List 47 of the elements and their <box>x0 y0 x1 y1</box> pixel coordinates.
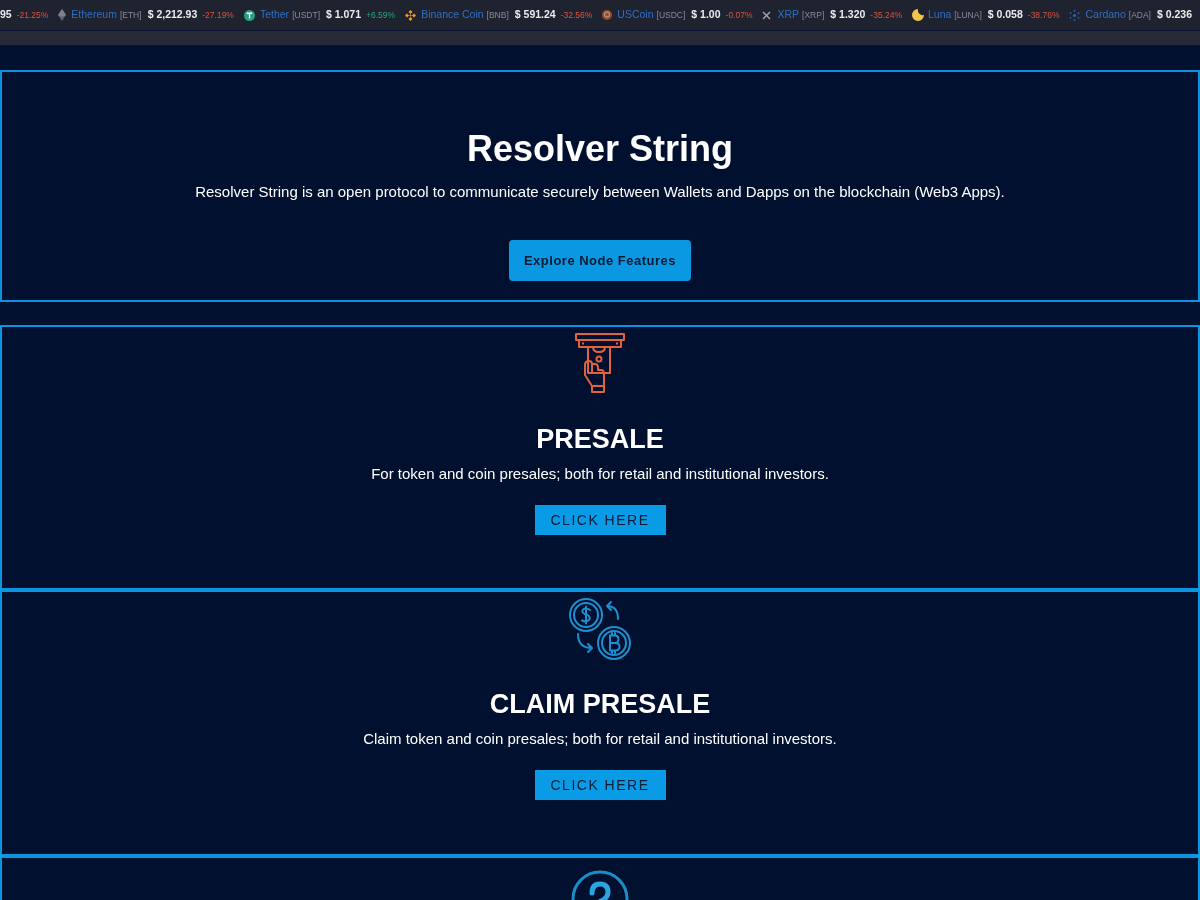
dollar-bitcoin-exchange-icon <box>567 598 633 660</box>
section-title: PRESALE <box>536 423 664 455</box>
price-change: -35.24% <box>870 8 902 22</box>
coin-symbol: [LUNA] <box>954 8 982 22</box>
coin-price: $ 1.00 <box>691 7 721 23</box>
coin-symbol: [XRP] <box>802 8 825 22</box>
x-coin-icon <box>762 10 772 20</box>
price-change: +6.59% <box>366 8 396 22</box>
coin-price: $ 0.058 <box>987 7 1023 23</box>
coin-name-link[interactable]: Ethereum <box>71 7 117 23</box>
coin-price: $ 591.24 <box>514 7 556 23</box>
coin-symbol: [BNB] <box>486 8 509 22</box>
crescent-coin-icon <box>912 9 924 21</box>
coin-price: $ 0.236 <box>1156 7 1192 23</box>
coin-price: $ 1.071 <box>326 7 362 23</box>
coin-name-link[interactable]: USCoin <box>617 7 654 23</box>
dot-ring-coin-icon <box>1069 9 1081 21</box>
coin-symbol: [ADA] <box>1128 8 1151 22</box>
price-change: -32.56% <box>560 8 593 22</box>
hero-title: Resolver String <box>466 127 734 170</box>
diamond-coin-icon <box>58 9 67 21</box>
price-change: -38.76% <box>1027 8 1060 22</box>
atm-cash-hand-icon <box>575 333 625 394</box>
click-here-button[interactable]: CLICK HERE <box>534 505 666 535</box>
explore-button[interactable]: Explore Node Features <box>509 240 691 281</box>
hero-subtitle: Resolver String is an open protocol to communicate securely between Wallets and Dapps on the blockchain (Web3 Apps). <box>195 182 1005 202</box>
coin-price: 95 <box>0 7 12 23</box>
coin-name-link[interactable]: XRP <box>777 7 800 23</box>
section-description: For token and coin presales; both for retail and institutional investors. <box>371 464 829 484</box>
coin-symbol: [USDC] <box>656 8 686 22</box>
section-title: CLAIM PRESALE <box>489 688 711 720</box>
coin-price: $ 1.320 <box>830 7 866 23</box>
coin-name-link[interactable]: Tether <box>259 7 290 23</box>
price-change: -21.25% <box>16 8 49 22</box>
coin-price: $ 2,212.93 <box>147 7 198 23</box>
coin-symbol: [USDT] <box>292 8 320 22</box>
section-description: Claim token and coin presales; both for retail and institutional investors. <box>363 729 837 749</box>
coin-name-link[interactable]: Luna <box>928 7 952 23</box>
diamond-grid-coin-icon <box>405 9 417 21</box>
round-coin-icon <box>602 10 613 20</box>
click-here-button[interactable]: CLICK HERE <box>534 770 666 800</box>
coin-name-link[interactable]: Binance Coin <box>421 7 484 23</box>
price-change: -0.07% <box>725 8 753 22</box>
coin-symbol: [ETH] <box>119 8 142 22</box>
t-coin-icon <box>243 9 255 21</box>
coin-name-link[interactable]: Cardano <box>1085 7 1126 23</box>
price-change: -27.19% <box>202 8 234 22</box>
